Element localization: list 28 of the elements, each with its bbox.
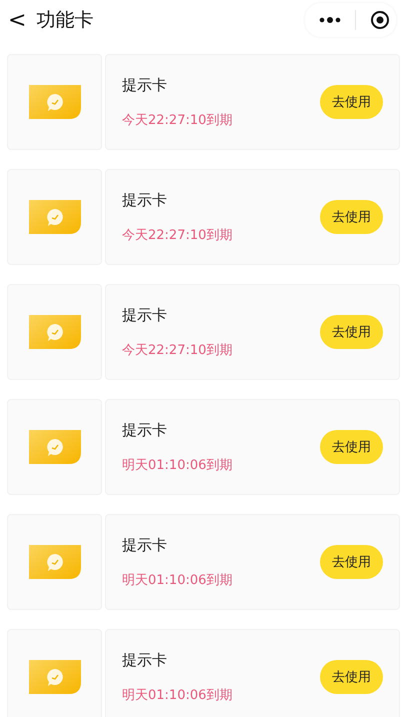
page-title: 功能卡 xyxy=(36,8,94,33)
use-button[interactable]: 去使用 xyxy=(320,545,383,579)
use-button[interactable]: 去使用 xyxy=(320,85,383,119)
expiry-text: 今天22:27:10到期 xyxy=(122,226,234,244)
expiry-text: 明天01:10:06到期 xyxy=(122,456,234,474)
card-icon xyxy=(28,200,80,234)
use-button[interactable]: 去使用 xyxy=(320,430,383,464)
card-icon xyxy=(28,315,80,349)
use-button[interactable]: 去使用 xyxy=(320,660,383,694)
more-icon[interactable] xyxy=(319,17,341,23)
card-name: 提示卡 xyxy=(122,76,168,94)
card-name: 提示卡 xyxy=(122,420,168,440)
expiry-text: 明天01:10:06到期 xyxy=(122,572,234,588)
card-name: 提示卡 xyxy=(122,536,168,554)
back-button[interactable]: < xyxy=(8,8,26,32)
use-button[interactable]: 去使用 xyxy=(320,200,383,234)
card-icon xyxy=(28,660,80,694)
card-name: 提示卡 xyxy=(122,650,168,670)
expiry-text: 今天22:27:10到期 xyxy=(122,342,234,358)
card-icon xyxy=(28,545,80,579)
close-icon[interactable] xyxy=(370,10,390,30)
use-button[interactable]: 去使用 xyxy=(320,315,383,349)
card-name: 提示卡 xyxy=(122,190,168,210)
expiry-text: 明天01:10:06到期 xyxy=(122,686,234,704)
expiry-text: 今天22:27:10到期 xyxy=(122,112,234,128)
card-icon xyxy=(28,430,80,464)
card-name: 提示卡 xyxy=(122,306,168,324)
card-icon xyxy=(28,85,80,119)
